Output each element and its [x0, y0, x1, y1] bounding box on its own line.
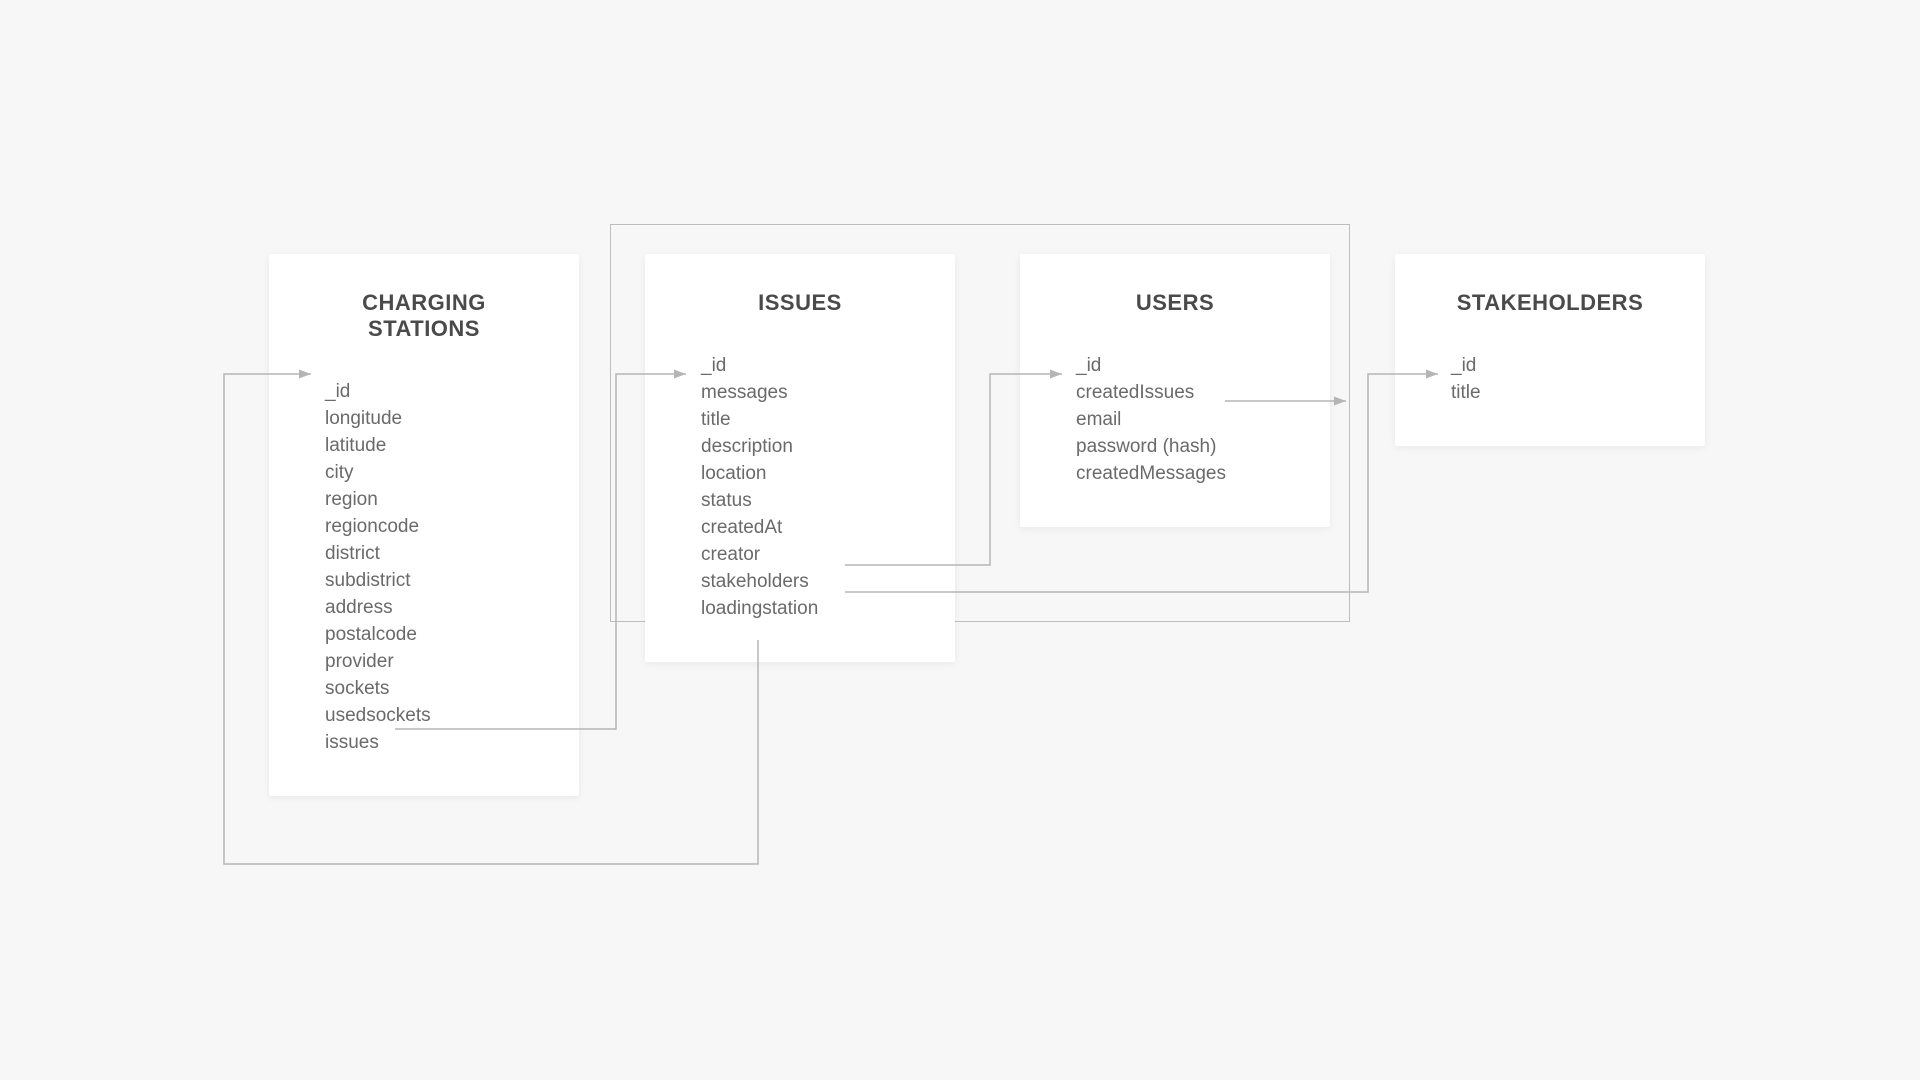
field-item: description — [701, 433, 913, 460]
field-item: provider — [325, 648, 537, 675]
field-item: regioncode — [325, 513, 537, 540]
field-item: sockets — [325, 675, 537, 702]
field-item: latitude — [325, 432, 537, 459]
entity-issues: ISSUES _id messages title description lo… — [645, 254, 955, 662]
field-item: district — [325, 540, 537, 567]
entity-stakeholders: STAKEHOLDERS _id title — [1395, 254, 1705, 446]
field-list: _id longitude latitude city region regio… — [311, 378, 537, 756]
field-item: createdIssues — [1076, 379, 1288, 406]
field-item: address — [325, 594, 537, 621]
field-item: title — [1451, 379, 1663, 406]
entity-charging-stations: CHARGING STATIONS _id longitude latitude… — [269, 254, 579, 796]
field-item: title — [701, 406, 913, 433]
field-item: status — [701, 487, 913, 514]
field-list: _id createdIssues email password (hash) … — [1062, 352, 1288, 487]
entity-title: CHARGING STATIONS — [311, 290, 537, 342]
field-item: createdAt — [701, 514, 913, 541]
field-item: stakeholders — [701, 568, 913, 595]
field-item: password (hash) — [1076, 433, 1288, 460]
field-item: usedsockets — [325, 702, 537, 729]
entity-title: USERS — [1062, 290, 1288, 316]
field-item: _id — [1076, 352, 1288, 379]
field-item: subdistrict — [325, 567, 537, 594]
field-item: createdMessages — [1076, 460, 1288, 487]
field-item: issues — [325, 729, 537, 756]
diagram-canvas: CHARGING STATIONS _id longitude latitude… — [0, 0, 1920, 1080]
field-item: _id — [325, 378, 537, 405]
field-item: region — [325, 486, 537, 513]
field-item: creator — [701, 541, 913, 568]
field-item: email — [1076, 406, 1288, 433]
field-item: _id — [701, 352, 913, 379]
field-item: messages — [701, 379, 913, 406]
entity-title: ISSUES — [687, 290, 913, 316]
field-list: _id messages title description location … — [687, 352, 913, 622]
field-list: _id title — [1437, 352, 1663, 406]
field-item: longitude — [325, 405, 537, 432]
entity-title: STAKEHOLDERS — [1437, 290, 1663, 316]
field-item: loadingstation — [701, 595, 913, 622]
entity-users: USERS _id createdIssues email password (… — [1020, 254, 1330, 527]
field-item: city — [325, 459, 537, 486]
field-item: postalcode — [325, 621, 537, 648]
field-item: location — [701, 460, 913, 487]
field-item: _id — [1451, 352, 1663, 379]
